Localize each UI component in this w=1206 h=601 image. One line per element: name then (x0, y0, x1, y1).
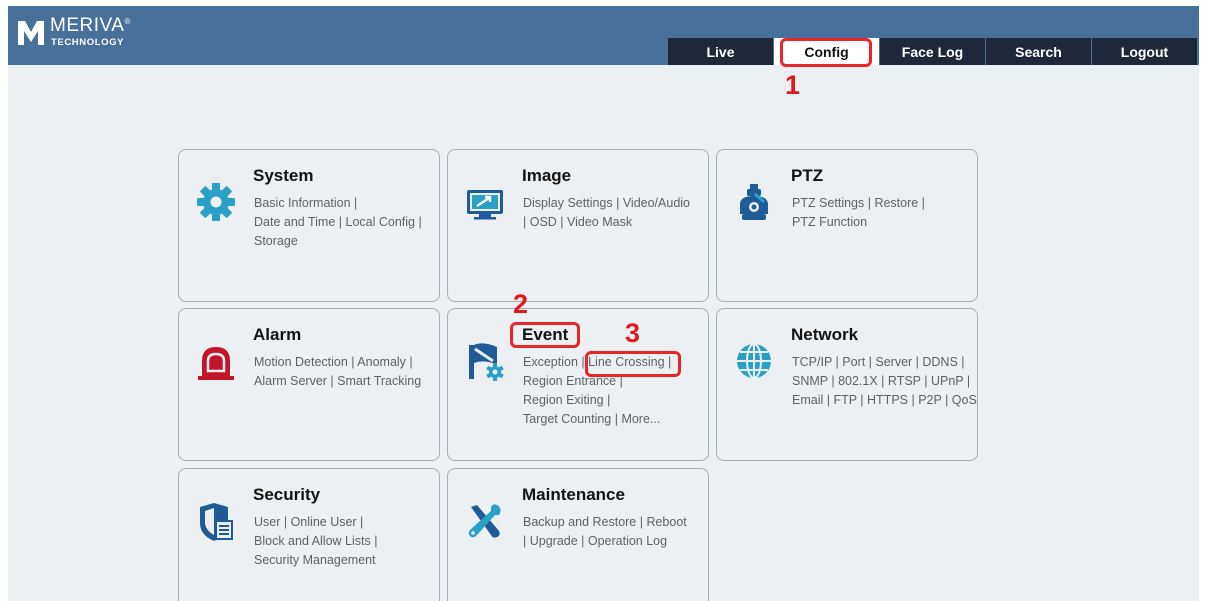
shield-icon (200, 503, 233, 541)
step-number-2: 2 (513, 289, 529, 319)
monitor-icon (467, 190, 503, 220)
card-maintenance-title: Maintenance (522, 485, 625, 504)
tab-live[interactable]: Live (668, 38, 773, 65)
card-image[interactable]: Image Display Settings | Video/Audio | O… (447, 149, 709, 302)
brand-logo-icon (18, 20, 44, 45)
tab-search[interactable]: Search (986, 38, 1091, 65)
card-network[interactable]: Network TCP/IP | Port | Server | DDNS | … (716, 308, 978, 461)
card-link-line[interactable]: SNMP | 802.1X | RTSP | UPnP | (792, 372, 982, 391)
card-network-title: Network (791, 325, 859, 344)
card-alarm-title: Alarm (253, 325, 302, 344)
card-link-line[interactable]: Basic Information | (254, 194, 444, 213)
card-link-line[interactable]: Email | FTP | HTTPS | P2P | QoS (792, 391, 982, 410)
tab-face-log[interactable]: Face Log (880, 38, 985, 65)
card-network-links: TCP/IP | Port | Server | DDNS | SNMP | 8… (792, 353, 982, 410)
highlight-event-title (510, 322, 580, 348)
ptz-camera-icon (740, 184, 768, 220)
config-page: MERIVA® TECHNOLOGY Live Config Face Log … (8, 6, 1199, 601)
card-link-line[interactable]: Region Exiting | (523, 391, 713, 410)
brand-name: MERIVA® (50, 15, 131, 36)
globe-icon (737, 343, 771, 379)
event-flag-icon (469, 343, 504, 381)
card-alarm[interactable]: Alarm Motion Detection | Anomaly | Alarm… (178, 308, 440, 461)
card-link-line[interactable]: PTZ Function (792, 213, 982, 232)
card-link-line[interactable]: Storage (254, 232, 444, 251)
card-system-title: System (253, 166, 314, 185)
card-link-line[interactable]: TCP/IP | Port | Server | DDNS | (792, 353, 982, 372)
card-maintenance-links: Backup and Restore | Reboot | Upgrade | … (523, 513, 713, 551)
card-link-line[interactable]: Date and Time | Local Config | (254, 213, 444, 232)
card-link-line[interactable]: Block and Allow Lists | (254, 532, 444, 551)
card-link-line[interactable]: Display Settings | Video/Audio (523, 194, 713, 213)
gear-icon (197, 183, 235, 221)
alarm-light-icon (198, 347, 234, 380)
top-header: MERIVA® TECHNOLOGY Live Config Face Log … (8, 6, 1199, 65)
card-security-links: User | Online User | Block and Allow Lis… (254, 513, 444, 570)
tools-icon (468, 504, 501, 538)
card-link-line[interactable]: Target Counting | More... (523, 410, 713, 429)
tab-logout[interactable]: Logout (1092, 38, 1197, 65)
step-number-1: 1 (785, 70, 801, 100)
card-alarm-links: Motion Detection | Anomaly | Alarm Serve… (254, 353, 444, 391)
card-link-line[interactable]: | Upgrade | Operation Log (523, 532, 713, 551)
card-link-line[interactable]: Backup and Restore | Reboot (523, 513, 713, 532)
card-link-line[interactable]: PTZ Settings | Restore | (792, 194, 982, 213)
card-link-line[interactable]: | OSD | Video Mask (523, 213, 713, 232)
card-link-line[interactable]: Security Management (254, 551, 444, 570)
card-link-line[interactable]: User | Online User | (254, 513, 444, 532)
card-image-links: Display Settings | Video/Audio | OSD | V… (523, 194, 713, 232)
main-nav: Live Config Face Log Search Logout (668, 38, 1198, 65)
card-link-line[interactable]: Motion Detection | Anomaly | (254, 353, 444, 372)
highlight-line-crossing (585, 351, 681, 377)
card-ptz[interactable]: PTZ PTZ Settings | Restore | PTZ Functio… (716, 149, 978, 302)
step-number-3: 3 (625, 318, 641, 348)
card-ptz-title: PTZ (791, 166, 824, 185)
card-link-line[interactable]: Alarm Server | Smart Tracking (254, 372, 444, 391)
brand-subtitle: TECHNOLOGY (51, 37, 125, 48)
card-ptz-links: PTZ Settings | Restore | PTZ Function (792, 194, 982, 232)
card-system[interactable]: System Basic Information | Date and Time… (178, 149, 440, 302)
card-security-title: Security (253, 485, 321, 504)
card-system-links: Basic Information | Date and Time | Loca… (254, 194, 444, 251)
card-maintenance[interactable]: Maintenance Backup and Restore | Reboot … (447, 468, 709, 601)
card-security[interactable]: Security User | Online User | Block and … (178, 468, 440, 601)
highlight-config-tab (780, 38, 872, 67)
card-image-title: Image (522, 166, 572, 185)
